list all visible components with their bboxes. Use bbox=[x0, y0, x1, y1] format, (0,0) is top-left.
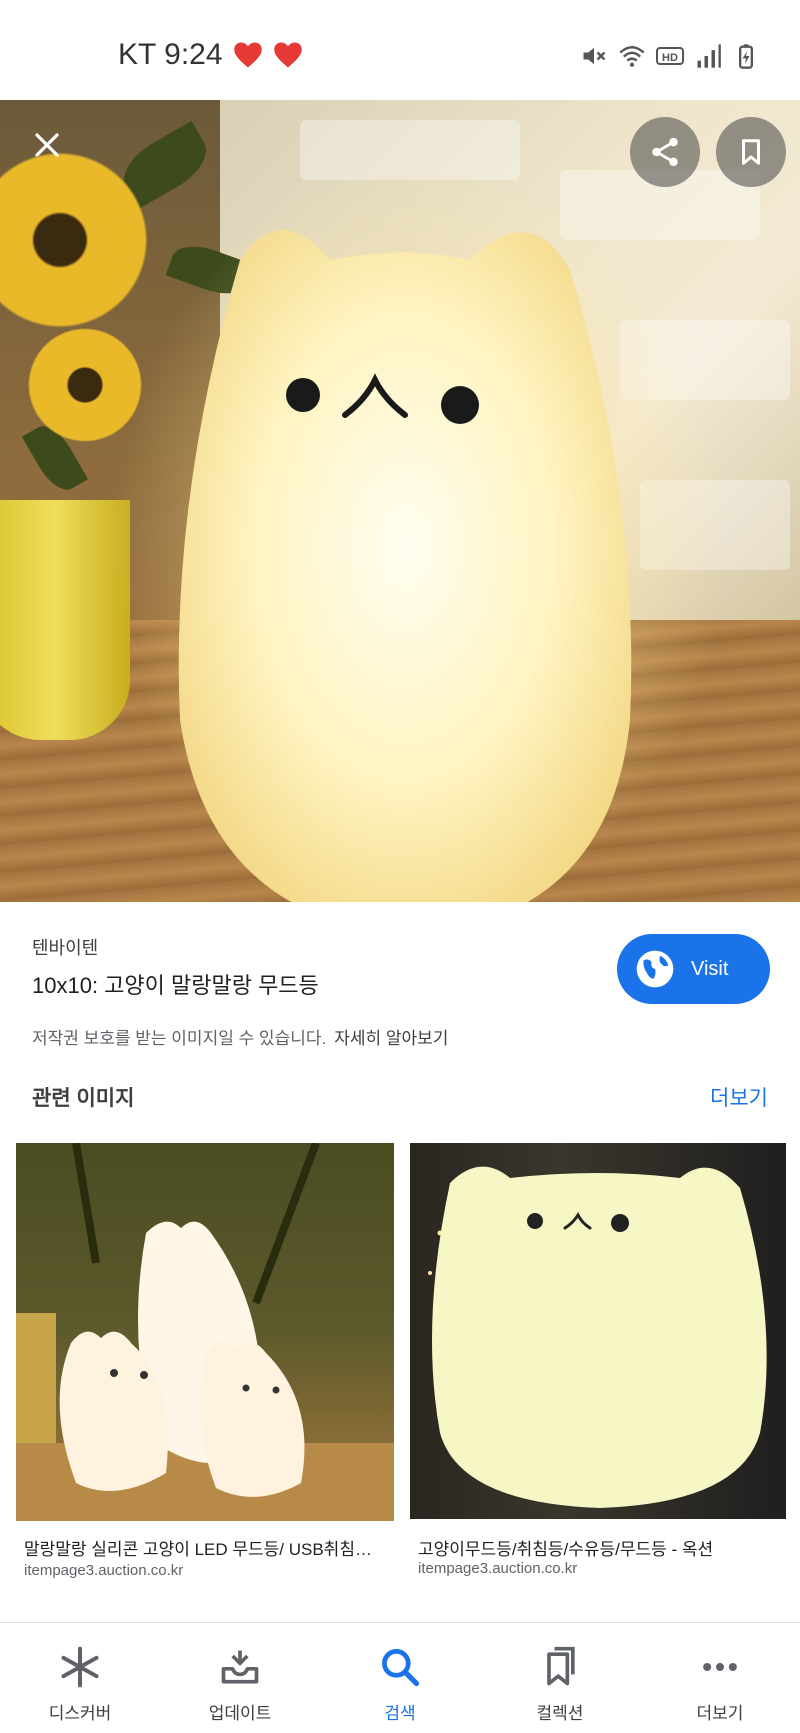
status-left: KT 9:24 bbox=[118, 38, 303, 72]
nav-search[interactable]: 검색 bbox=[320, 1623, 480, 1733]
signal-icon bbox=[697, 44, 721, 68]
related-more-link[interactable]: 더보기 bbox=[710, 1082, 768, 1112]
search-icon bbox=[382, 1649, 420, 1687]
related-caption-2[interactable]: 고양이무드등/취침등/수유등/무드등 - 옥션 bbox=[418, 1535, 778, 1560]
nav-label: 컬렉션 bbox=[536, 1704, 584, 1723]
visit-label: Visit bbox=[691, 957, 729, 980]
more-dots-icon bbox=[703, 1662, 737, 1672]
nav-label: 검색 bbox=[384, 1704, 416, 1723]
nav-collections[interactable]: 컬렉션 bbox=[480, 1623, 640, 1733]
related-caption-1[interactable]: 말랑말랑 실리콘 고양이 LED 무드등/ USB취침등 ... bbox=[24, 1535, 384, 1560]
status-bar: KT 9:24 HD bbox=[0, 0, 800, 100]
bookmark-icon bbox=[742, 139, 760, 165]
result-title[interactable]: 10x10: 고양이 말랑말랑 무드등 bbox=[32, 968, 319, 1000]
share-button[interactable] bbox=[630, 117, 700, 187]
globe-icon bbox=[636, 950, 674, 988]
close-button[interactable] bbox=[24, 122, 70, 168]
nav-updates[interactable]: 업데이트 bbox=[160, 1623, 320, 1733]
visit-button[interactable]: Visit bbox=[617, 934, 770, 1004]
heart-icon bbox=[233, 42, 262, 68]
battery-icon bbox=[739, 44, 753, 69]
related-image-2[interactable] bbox=[410, 1143, 786, 1519]
cat-lamp bbox=[178, 230, 632, 902]
copyright-text: 저작권 보호를 받는 이미지일 수 있습니다. bbox=[32, 1029, 327, 1048]
heart-icon bbox=[273, 42, 302, 68]
hd-icon: HD bbox=[656, 47, 684, 65]
hero-image[interactable] bbox=[0, 100, 800, 902]
cat-lamp-image bbox=[428, 1166, 767, 1508]
nav-more[interactable]: 더보기 bbox=[640, 1623, 800, 1733]
wifi-icon bbox=[619, 46, 645, 67]
share-icon bbox=[652, 137, 678, 167]
collections-icon bbox=[547, 1646, 575, 1686]
copyright-notice: 저작권 보호를 받는 이미지일 수 있습니다. 자세히 알아보기 bbox=[32, 1024, 448, 1049]
asterisk-icon bbox=[61, 1646, 99, 1688]
related-source-1: itempage3.auction.co.kr bbox=[24, 1562, 184, 1579]
related-image-1[interactable] bbox=[16, 1143, 394, 1521]
carrier-time: KT 9:24 bbox=[118, 38, 223, 71]
nav-label: 더보기 bbox=[696, 1704, 744, 1723]
close-icon bbox=[35, 133, 59, 157]
bookmark-button[interactable] bbox=[716, 117, 786, 187]
mute-icon bbox=[583, 47, 606, 65]
nav-label: 업데이트 bbox=[208, 1704, 272, 1723]
cat-lamps-image bbox=[16, 1143, 394, 1521]
nav-label: 디스커버 bbox=[48, 1704, 112, 1723]
bottom-navigation: 디스커버 업데이트 검색 컬렉션 더보기 bbox=[0, 1622, 800, 1733]
status-right: HD bbox=[580, 42, 760, 70]
svg-text:HD: HD bbox=[662, 52, 678, 64]
nav-discover[interactable]: 디스커버 bbox=[0, 1623, 160, 1733]
learn-more-link[interactable]: 자세히 알아보기 bbox=[334, 1029, 448, 1048]
related-images-heading: 관련 이미지 bbox=[32, 1087, 135, 1110]
result-source[interactable]: 텐바이텐 bbox=[32, 934, 98, 960]
related-source-2: itempage3.auction.co.kr bbox=[418, 1560, 578, 1577]
inbox-update-icon bbox=[221, 1650, 259, 1684]
